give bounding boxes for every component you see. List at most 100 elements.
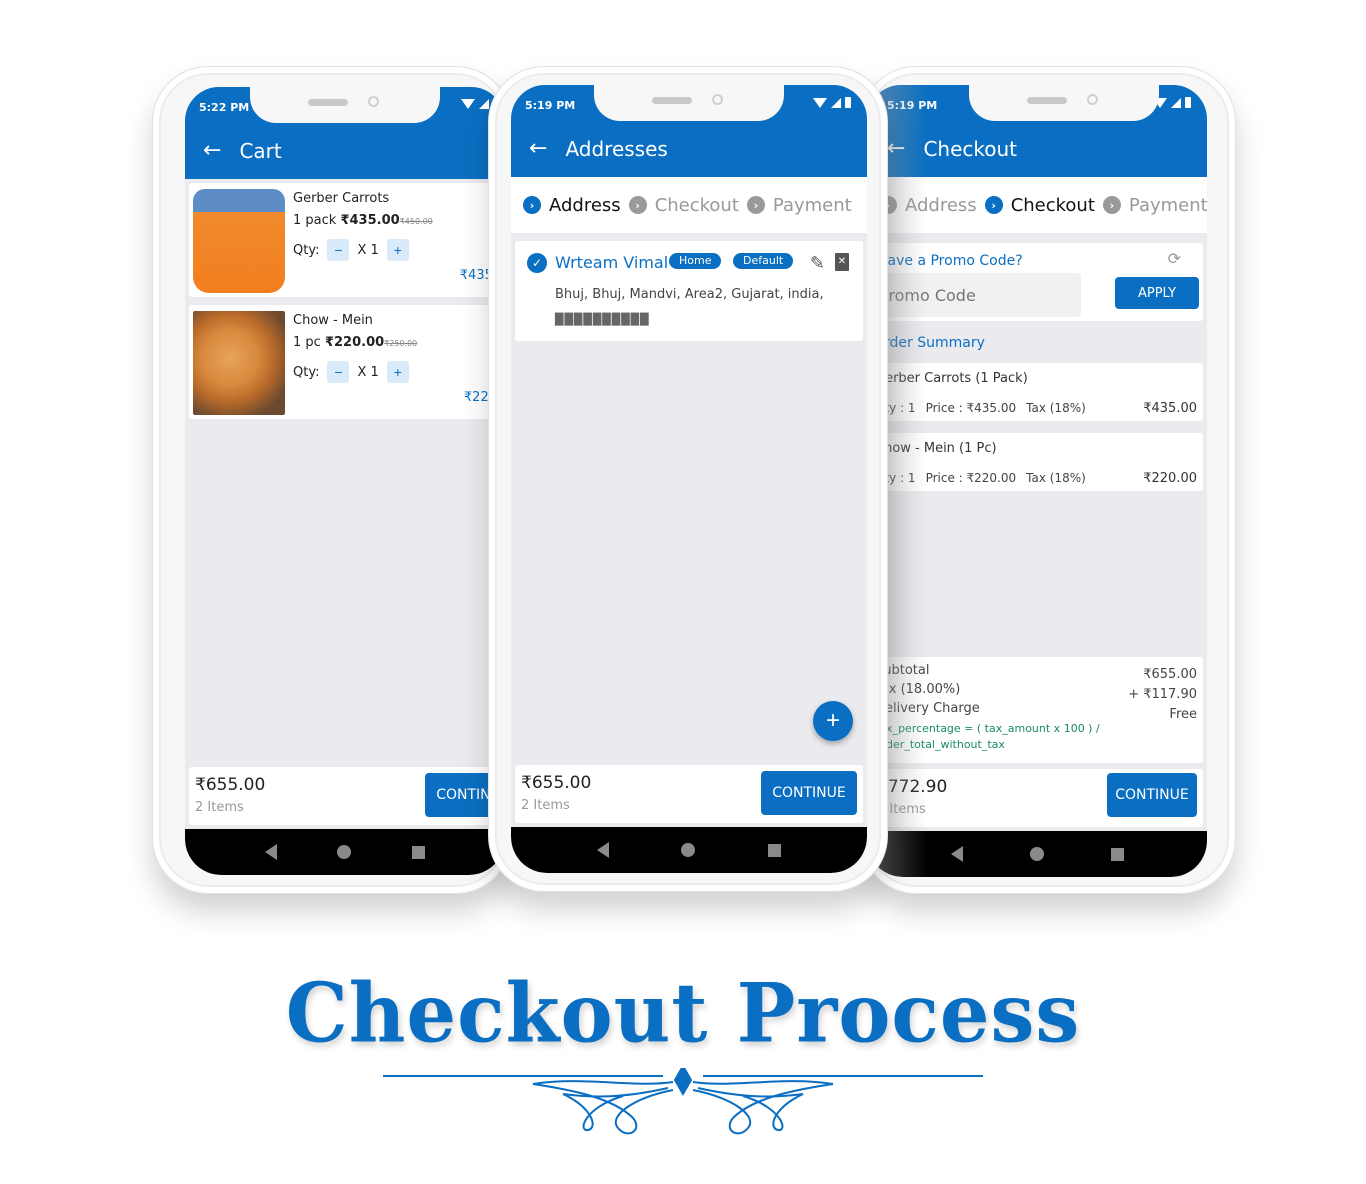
page-title: Checkout (923, 137, 1018, 161)
phone-notch (594, 85, 784, 121)
qty-increment-button[interactable]: + (386, 239, 409, 261)
signal-icon (1171, 97, 1181, 108)
add-address-button[interactable]: + (813, 701, 853, 741)
cart-item: Gerber Carrots 1 pack ₹435.00₹450.00 Qty… (189, 183, 501, 297)
checkout-footer: ₹772.90 2 Items CONTINUE (871, 769, 1203, 827)
nav-home-icon[interactable] (337, 845, 352, 859)
product-price: 1 pc ₹220.00₹250.00 (293, 335, 418, 350)
chevron-right-icon: › (523, 196, 541, 214)
pencil-icon[interactable]: ✎ (810, 253, 825, 274)
nav-back-icon[interactable] (597, 842, 610, 858)
apply-button[interactable]: APPLY (1115, 277, 1199, 309)
phone-addresses: 5:19 PM ← Addresses › Address › Checkout ›… (488, 66, 888, 892)
signal-icon (479, 99, 489, 109)
continue-button[interactable]: CONTINUE (761, 771, 857, 815)
headline: Checkout Process (285, 965, 1081, 1062)
phone-checkout: 5:19 PM ← Checkout ›Address ›Checkout ›P… (860, 66, 1236, 894)
cart-total: ₹655.00 (195, 775, 266, 795)
cart-item: Chow - Mein 1 pc ₹220.00₹250.00 Qty: − X… (189, 305, 501, 419)
flourish-ornament (383, 1068, 983, 1135)
continue-button[interactable]: CONTINUE (1107, 773, 1197, 817)
ornament-diamond (673, 1068, 693, 1097)
item-count: 2 Items (521, 798, 570, 813)
step-checkout[interactable]: › Checkout (984, 195, 1095, 216)
back-arrow-icon[interactable]: ← (203, 140, 221, 162)
phone-notch (250, 87, 440, 123)
wifi-icon (461, 99, 475, 109)
checkout-screen: 5:19 PM ← Checkout ›Address ›Checkout ›P… (867, 85, 1207, 877)
address-mobile-redacted: ██████████ (555, 313, 650, 326)
trash-icon[interactable]: ✕ (835, 253, 849, 271)
qty-increment-button[interactable]: + (386, 361, 409, 383)
product-image-pizza (193, 311, 285, 415)
product-image-carrot-jar (193, 189, 285, 293)
refresh-icon[interactable]: ⟳ (1168, 249, 1181, 268)
phone-notch (969, 85, 1160, 121)
check-circle-icon: ✓ (527, 253, 547, 273)
wifi-icon (813, 97, 827, 108)
promo-code-input[interactable] (875, 273, 1081, 317)
qty-decrement-button[interactable]: − (327, 239, 350, 261)
address-card[interactable]: ✓ Wrteam Vimal Home Default ✎ ✕ Bhuj, Bh… (515, 241, 863, 341)
address-line: Bhuj, Bhuj, Mandvi, Area2, Gujarat, indi… (555, 287, 824, 302)
promo-card: Have a Promo Code? ⟳ APPLY (871, 243, 1203, 321)
order-summary-title: Order Summary (873, 335, 985, 351)
delivery-label: Delivery Charge (875, 701, 980, 716)
ornament-left-swirl (532, 1080, 674, 1135)
qty-stepper: Qty: − X 1 + (293, 361, 409, 383)
subtotal-value: ₹655.00 (1143, 667, 1197, 682)
nav-home-icon[interactable] (1029, 847, 1044, 861)
addresses-screen: 5:19 PM ← Addresses › Address › Checkout ›… (511, 85, 867, 873)
order-item: Gerber Carrots (1 Pack) Qty : 1 Price : … (871, 363, 1203, 421)
chevron-right-icon: › (984, 196, 1003, 214)
product-price: 1 pack ₹435.00₹450.00 (293, 213, 433, 228)
status-time: 5:19 PM (887, 99, 938, 112)
nav-back-icon[interactable] (265, 844, 278, 860)
checkout-stepper: ›Address ›Checkout ›Payment (511, 177, 867, 233)
step-checkout[interactable]: › Checkout (628, 195, 739, 216)
back-arrow-icon[interactable]: ← (529, 138, 547, 160)
nav-recents-icon[interactable] (1110, 847, 1124, 861)
nav-back-icon[interactable] (950, 846, 963, 862)
addresses-footer: ₹655.00 2 Items CONTINUE (515, 765, 863, 823)
product-name: Gerber Carrots (293, 191, 390, 206)
status-icons (813, 97, 851, 108)
step-address[interactable]: ›Address (879, 195, 977, 216)
nav-recents-icon[interactable] (411, 845, 425, 859)
status-time: 5:22 PM (199, 101, 250, 114)
cart-screen: 5:22 PM ← Cart Gerber Carrots 1 pack ₹43… (185, 87, 505, 875)
promo-question: Have a Promo Code? (877, 253, 1023, 269)
android-nav-bar (867, 831, 1207, 877)
totals-card: Subtotal Tax (18.00%) Delivery Charge ₹6… (871, 657, 1203, 763)
android-nav-bar (511, 827, 867, 873)
chevron-right-icon: › (628, 196, 647, 214)
status-icons (461, 99, 489, 109)
android-nav-bar (185, 829, 505, 875)
checkout-stepper: ›Address ›Checkout ›Payment (867, 177, 1207, 233)
signal-icon (831, 97, 841, 108)
battery-icon (845, 97, 851, 108)
step-address[interactable]: ›Address (523, 195, 621, 216)
step-payment[interactable]: › Payment (1102, 195, 1207, 216)
page-title: Addresses (565, 137, 668, 161)
back-arrow-icon[interactable]: ← (887, 138, 905, 160)
qty-value: X 1 (357, 364, 379, 380)
step-payment[interactable]: › Payment (746, 195, 852, 216)
tax-formula: tax_percentage = ( tax_amount x 100 ) / … (875, 722, 1100, 751)
cart-footer: ₹655.00 2 Items CONTINUE (189, 767, 505, 825)
tax-value: + ₹117.90 (1128, 687, 1197, 702)
order-item: Chow - Mein (1 Pc) Qty : 1 Price : ₹220.… (871, 433, 1203, 491)
chevron-right-icon: › (746, 196, 765, 214)
ornament-right-swirl (692, 1080, 834, 1135)
item-count: 2 Items (195, 800, 244, 815)
battery-icon (1185, 97, 1191, 108)
nav-home-icon[interactable] (681, 843, 696, 857)
qty-decrement-button[interactable]: − (327, 361, 350, 383)
qty-stepper: Qty: − X 1 + (293, 239, 409, 261)
phone-cart: 5:22 PM ← Cart Gerber Carrots 1 pack ₹43… (152, 66, 512, 894)
address-name: Wrteam Vimal (555, 253, 669, 272)
qty-value: X 1 (357, 242, 379, 258)
product-name: Chow - Mein (293, 313, 373, 328)
nav-recents-icon[interactable] (767, 843, 781, 857)
status-time: 5:19 PM (525, 99, 576, 112)
